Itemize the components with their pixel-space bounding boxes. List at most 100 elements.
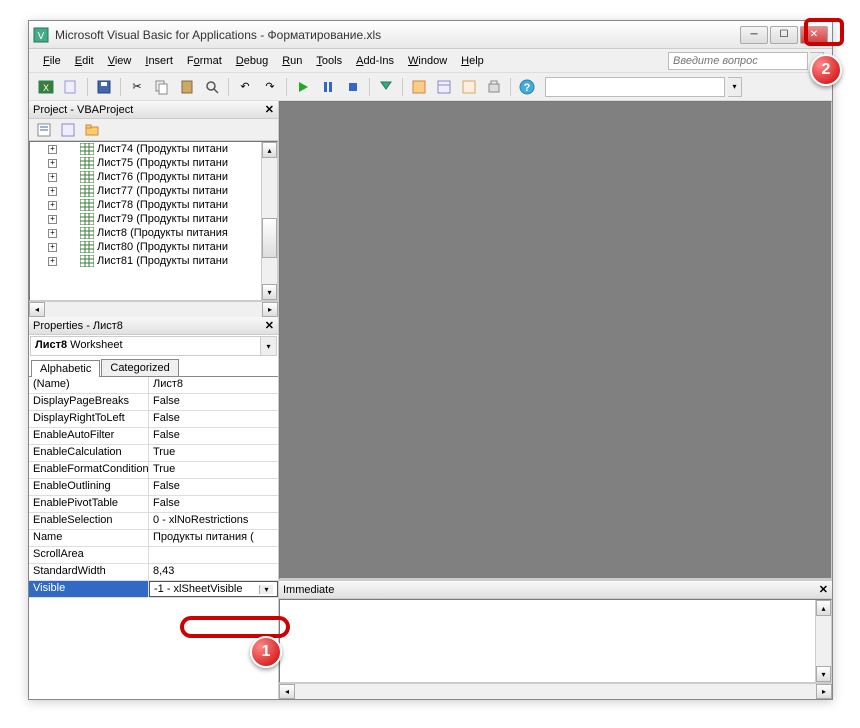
scroll-right-icon[interactable]: ▸ xyxy=(816,684,832,699)
property-row[interactable]: EnableAutoFilterFalse xyxy=(29,428,278,445)
view-code-icon[interactable] xyxy=(33,119,55,141)
menu-addins[interactable]: Add-Ins xyxy=(350,52,400,70)
menu-insert[interactable]: Insert xyxy=(139,52,179,70)
design-mode-icon[interactable] xyxy=(375,76,397,98)
help-search-input[interactable] xyxy=(668,52,808,70)
property-value[interactable]: 0 - xlNoRestrictions xyxy=(149,513,278,529)
menu-view[interactable]: View xyxy=(102,52,138,70)
tree-item[interactable]: +Лист75 (Продукты питани xyxy=(30,156,277,170)
tree-item[interactable]: +Лист76 (Продукты питани xyxy=(30,170,277,184)
tree-item[interactable]: +Лист74 (Продукты питани xyxy=(30,142,277,156)
scroll-down-icon[interactable]: ▾ xyxy=(262,284,277,300)
tree-item[interactable]: +Лист79 (Продукты питани xyxy=(30,212,277,226)
property-row[interactable]: ScrollArea xyxy=(29,547,278,564)
view-object-icon[interactable] xyxy=(57,119,79,141)
minimize-button[interactable]: ─ xyxy=(740,26,768,44)
tree-item[interactable]: +Лист8 (Продукты питания xyxy=(30,226,277,240)
property-value[interactable]: False xyxy=(149,496,278,512)
menu-edit[interactable]: Edit xyxy=(69,52,100,70)
paste-icon[interactable] xyxy=(176,76,198,98)
property-row[interactable]: EnableOutliningFalse xyxy=(29,479,278,496)
property-row[interactable]: EnableSelection0 - xlNoRestrictions xyxy=(29,513,278,530)
properties-window-icon[interactable] xyxy=(433,76,455,98)
properties-panel-close[interactable]: ✕ xyxy=(265,319,274,332)
tree-item[interactable]: +Лист77 (Продукты питани xyxy=(30,184,277,198)
find-icon[interactable] xyxy=(201,76,223,98)
project-scrollbar-v[interactable]: ▴ ▾ xyxy=(261,142,277,300)
tab-alphabetic[interactable]: Alphabetic xyxy=(31,360,100,377)
view-excel-icon[interactable]: X xyxy=(35,76,57,98)
menu-format[interactable]: Format xyxy=(181,52,228,70)
immediate-scrollbar-h[interactable]: ◂ ▸ xyxy=(279,683,832,699)
toolbox-icon[interactable] xyxy=(483,76,505,98)
tree-item[interactable]: +Лист81 (Продукты питани xyxy=(30,254,277,268)
break-icon[interactable] xyxy=(317,76,339,98)
property-row[interactable]: EnableFormatConditionsTrue xyxy=(29,462,278,479)
scroll-up-icon[interactable]: ▴ xyxy=(262,142,277,158)
tree-item[interactable]: +Лист78 (Продукты питани xyxy=(30,198,277,212)
expand-icon[interactable]: + xyxy=(48,201,57,210)
properties-object-dropdown-icon[interactable]: ▾ xyxy=(260,337,276,355)
run-icon[interactable] xyxy=(292,76,314,98)
expand-icon[interactable]: + xyxy=(48,243,57,252)
property-row[interactable]: StandardWidth8,43 xyxy=(29,564,278,581)
property-value[interactable]: False xyxy=(149,428,278,444)
redo-icon[interactable]: ↷ xyxy=(259,76,281,98)
project-explorer-icon[interactable] xyxy=(408,76,430,98)
object-browser-icon[interactable] xyxy=(458,76,480,98)
menu-window[interactable]: Window xyxy=(402,52,453,70)
copy-icon[interactable] xyxy=(151,76,173,98)
scroll-left-icon[interactable]: ◂ xyxy=(29,302,45,317)
close-button[interactable]: ✕ xyxy=(800,26,828,44)
property-row[interactable]: DisplayPageBreaksFalse xyxy=(29,394,278,411)
expand-icon[interactable]: + xyxy=(48,229,57,238)
toolbar-combo[interactable] xyxy=(545,77,725,97)
menu-run[interactable]: Run xyxy=(276,52,308,70)
reset-icon[interactable] xyxy=(342,76,364,98)
project-panel-close[interactable]: ✕ xyxy=(265,103,274,116)
save-icon[interactable] xyxy=(93,76,115,98)
help-icon[interactable]: ? xyxy=(516,76,538,98)
scroll-right-icon[interactable]: ▸ xyxy=(262,302,278,317)
property-value[interactable]: True xyxy=(149,445,278,461)
project-scrollbar-h[interactable]: ◂ ▸ xyxy=(29,301,278,317)
property-value[interactable]: True xyxy=(149,462,278,478)
property-value[interactable]: 8,43 xyxy=(149,564,278,580)
expand-icon[interactable]: + xyxy=(48,215,57,224)
menu-file[interactable]: File xyxy=(37,52,67,70)
property-value[interactable]: Лист8 xyxy=(149,377,278,393)
project-tree[interactable]: +Лист74 (Продукты питани+Лист75 (Продукт… xyxy=(29,141,278,301)
expand-icon[interactable]: + xyxy=(48,173,57,182)
maximize-button[interactable]: ☐ xyxy=(770,26,798,44)
immediate-panel-close[interactable]: ✕ xyxy=(819,583,828,596)
immediate-scrollbar-v[interactable]: ▴▾ xyxy=(815,600,831,682)
undo-icon[interactable]: ↶ xyxy=(234,76,256,98)
menu-tools[interactable]: Tools xyxy=(310,52,348,70)
cut-icon[interactable]: ✂ xyxy=(126,76,148,98)
property-row[interactable]: EnablePivotTableFalse xyxy=(29,496,278,513)
property-row[interactable]: NameПродукты питания ( xyxy=(29,530,278,547)
tab-categorized[interactable]: Categorized xyxy=(101,359,178,376)
property-value[interactable] xyxy=(149,547,278,563)
property-row[interactable]: DisplayRightToLeftFalse xyxy=(29,411,278,428)
dropdown-icon[interactable]: ▾ xyxy=(259,585,273,594)
property-value[interactable]: -1 - xlSheetVisible▾ xyxy=(149,581,278,597)
expand-icon[interactable]: + xyxy=(48,187,57,196)
menu-debug[interactable]: Debug xyxy=(230,52,274,70)
toggle-folders-icon[interactable] xyxy=(81,119,103,141)
properties-object-select[interactable]: Лист8 Worksheet ▾ xyxy=(30,336,277,356)
menu-help[interactable]: Help xyxy=(455,52,490,70)
expand-icon[interactable]: + xyxy=(48,257,57,266)
expand-icon[interactable]: + xyxy=(48,159,57,168)
property-row[interactable]: Visible-1 - xlSheetVisible▾ xyxy=(29,581,278,598)
expand-icon[interactable]: + xyxy=(48,145,57,154)
property-row[interactable]: (Name)Лист8 xyxy=(29,377,278,394)
tree-item[interactable]: +Лист80 (Продукты питани xyxy=(30,240,277,254)
properties-grid[interactable]: (Name)Лист8DisplayPageBreaksFalseDisplay… xyxy=(29,377,278,699)
property-row[interactable]: EnableCalculationTrue xyxy=(29,445,278,462)
insert-dropdown-icon[interactable] xyxy=(60,76,82,98)
property-value[interactable]: False xyxy=(149,394,278,410)
scroll-left-icon[interactable]: ◂ xyxy=(279,684,295,699)
toolbar-combo-dropdown[interactable]: ▾ xyxy=(728,77,742,97)
scroll-thumb[interactable] xyxy=(262,218,277,258)
